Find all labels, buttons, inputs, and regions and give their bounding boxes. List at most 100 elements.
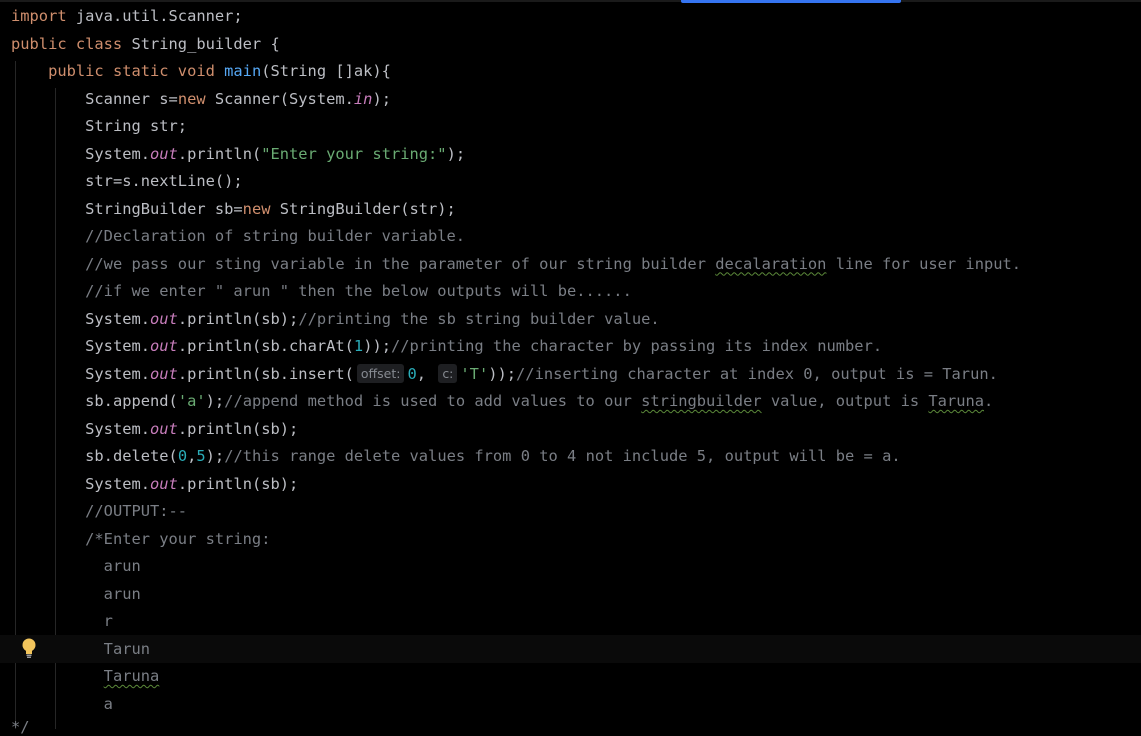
comment: //printing the sb string builder value. — [298, 309, 660, 328]
class-name: String_builder { — [131, 34, 280, 53]
punct: ); — [205, 392, 225, 410]
static-field-out: out — [150, 364, 178, 383]
typo-highlight[interactable]: stringbuilder — [641, 392, 761, 410]
code-line-7[interactable]: str=s.nextLine(); — [11, 168, 243, 196]
method-modifiers: public static void — [48, 62, 225, 80]
comment: . — [984, 392, 994, 410]
code-line-15[interactable]: sb.append('a');//append method is used t… — [11, 388, 993, 416]
code-line-22[interactable]: arun — [11, 581, 141, 609]
scanner-decl: Scanner s= — [85, 89, 178, 108]
code-line-25[interactable]: Taruna — [11, 663, 160, 691]
comment: value, output is — [761, 392, 929, 410]
static-field-out: out — [150, 309, 178, 328]
code-line-1[interactable]: import java.util.Scanner; — [11, 3, 243, 31]
code-line-20[interactable]: /*Enter your string: — [11, 526, 270, 554]
code-line-26[interactable]: a — [11, 691, 113, 719]
comment: arun — [103, 557, 141, 575]
code-line-19[interactable]: //OUTPUT:-- — [11, 498, 187, 526]
editor-tab-strip — [0, 0, 1141, 2]
comment: r — [103, 612, 113, 630]
system-ref: System. — [85, 364, 151, 383]
static-field-in: in — [353, 89, 373, 108]
system-ref: System. — [85, 309, 151, 328]
code-line-8[interactable]: StringBuilder sb=new StringBuilder(str); — [11, 196, 456, 224]
comment: //printing the character by passing its … — [391, 337, 883, 355]
number-literal: 5 — [196, 447, 206, 465]
code-line-6[interactable]: System.out.println("Enter your string:")… — [11, 141, 465, 169]
static-field-out: out — [150, 419, 178, 438]
code-line-17[interactable]: sb.delete(0,5);//this range delete value… — [11, 443, 901, 471]
punct: )); — [363, 337, 391, 355]
punct: , — [416, 364, 436, 383]
punct: ); — [205, 447, 225, 465]
comment: //inserting character at index 0, output… — [516, 364, 998, 383]
code-line-14[interactable]: System.out.println(sb.insert(offset: 0, c… — [11, 361, 998, 389]
sb-arg: sb); — [261, 419, 299, 438]
static-field-out: out — [150, 474, 178, 493]
comment: //Declaration of string builder variable… — [85, 227, 466, 245]
punct: ); — [446, 144, 466, 163]
code-line-12[interactable]: System.out.println(sb);//printing the sb… — [11, 306, 660, 334]
comment: //this range delete values from 0 to 4 n… — [224, 447, 901, 465]
sb-decl: StringBuilder sb= — [85, 199, 243, 218]
code-line-18[interactable]: System.out.println(sb); — [11, 471, 298, 499]
typo-highlight[interactable]: Taruna — [104, 667, 160, 685]
punct: , — [187, 447, 197, 465]
println-call: .println( — [177, 419, 262, 438]
punct: ); — [372, 89, 391, 108]
comment: line for user input. — [826, 254, 1022, 273]
insert-call: sb.insert( — [261, 364, 354, 383]
number-literal: 0 — [177, 447, 188, 465]
println-call: .println( — [177, 364, 262, 383]
comment: a — [103, 694, 113, 713]
code-line-13[interactable]: System.out.println(sb.charAt(1));//print… — [11, 333, 882, 361]
static-field-out: out — [150, 144, 178, 163]
comment: /*Enter your string: — [85, 529, 271, 548]
string-decl: String str; — [85, 117, 188, 135]
code-editor[interactable]: import java.util.Scanner; public class S… — [0, 3, 1141, 729]
code-line-23[interactable]: r — [11, 608, 113, 636]
class-keyword: public class — [11, 34, 132, 53]
code-line-5[interactable]: String str; — [11, 113, 187, 141]
method-name: main — [224, 62, 262, 80]
system-ref: System. — [85, 419, 151, 438]
caret-row-highlight — [0, 635, 1141, 663]
code-line-10[interactable]: //we pass our sting variable in the para… — [11, 251, 1021, 279]
system-ref: System. — [85, 144, 151, 163]
code-line-2[interactable]: public class String_builder { — [11, 31, 280, 59]
method-params: (String []ak){ — [261, 62, 391, 80]
import-path: java.util.Scanner; — [66, 7, 243, 25]
comment: arun — [103, 584, 141, 603]
char-literal: 'T' — [460, 364, 489, 383]
comment: //we pass our sting variable in the para… — [85, 254, 716, 273]
comment: //if we enter " arun " then the below ou… — [85, 282, 632, 300]
string-literal: "Enter your string:" — [261, 144, 447, 163]
code-line-9[interactable]: //Declaration of string builder variable… — [11, 223, 465, 251]
comment: //OUTPUT:-- — [85, 502, 188, 520]
typo-highlight[interactable]: Taruna — [928, 392, 984, 410]
char-literal: 'a' — [177, 392, 206, 410]
sb-ctor: StringBuilder(str); — [270, 199, 456, 218]
code-line-4[interactable]: Scanner s=new Scanner(System.in); — [11, 86, 391, 114]
comment: Tarun — [103, 639, 151, 658]
new-keyword: new — [177, 89, 206, 108]
delete-call: sb.delete( — [85, 447, 178, 465]
code-line-3[interactable]: public static void main(String []ak){ — [11, 58, 391, 86]
append-call: sb.append( — [85, 392, 178, 410]
charat-call: sb.charAt( — [261, 337, 354, 355]
typo-highlight[interactable]: decalaration — [715, 255, 826, 273]
lightbulb-icon[interactable] — [21, 637, 37, 659]
nextline-call: str=s.nextLine(); — [85, 172, 243, 190]
code-line-16[interactable]: System.out.println(sb); — [11, 416, 298, 444]
system-ref: System. — [85, 337, 151, 355]
punct: )); — [488, 364, 517, 383]
code-line-21[interactable]: arun — [11, 553, 141, 581]
comment-close-fragment: */ — [11, 718, 30, 736]
system-ref: System. — [85, 474, 151, 493]
number-literal: 1 — [353, 337, 364, 355]
comment: //append method is used to add values to… — [224, 392, 642, 410]
sb-arg: sb); — [261, 309, 299, 328]
sb-arg: sb); — [261, 474, 299, 493]
code-line-11[interactable]: //if we enter " arun " then the below ou… — [11, 278, 632, 306]
static-field-out: out — [150, 337, 178, 355]
